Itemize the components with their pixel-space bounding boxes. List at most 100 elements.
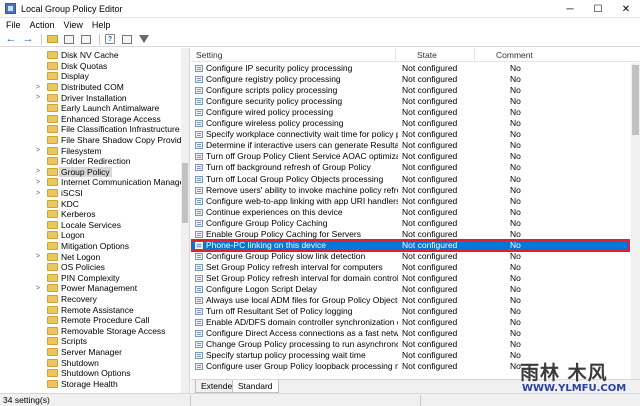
column-header-setting[interactable]: Setting xyxy=(196,50,222,60)
settings-scrollbar-thumb[interactable] xyxy=(632,65,639,135)
tree-item[interactable]: Kerberos xyxy=(0,209,182,220)
tree-expander-icon[interactable]: > xyxy=(36,84,42,91)
tree-item[interactable]: Shutdown Options xyxy=(0,368,182,379)
setting-state: Not configured xyxy=(402,217,458,228)
tree-item[interactable]: Shutdown xyxy=(0,357,182,368)
close-button[interactable]: ✕ xyxy=(612,0,640,18)
folder-icon xyxy=(47,369,58,378)
column-divider[interactable] xyxy=(474,48,475,62)
setting-row[interactable]: Set Group Policy refresh interval for do… xyxy=(191,273,629,284)
policy-setting-icon xyxy=(195,87,203,95)
tree-item[interactable]: > Power Management xyxy=(0,283,182,294)
tree-item[interactable]: Locale Services xyxy=(0,220,182,231)
tree-scrollbar-thumb[interactable] xyxy=(182,163,188,223)
setting-row[interactable]: Configure wired policy processing Not con… xyxy=(191,107,629,118)
setting-row[interactable]: Configure wireless policy processing Not … xyxy=(191,118,629,129)
tree-expander-icon[interactable]: > xyxy=(36,168,42,175)
tree-expander-icon[interactable]: > xyxy=(36,285,42,292)
back-button[interactable]: ← xyxy=(4,33,18,46)
setting-row[interactable]: Determine if interactive users can gener… xyxy=(191,140,629,151)
tree-item[interactable]: Folder Redirection xyxy=(0,156,182,167)
setting-row[interactable]: Change Group Policy processing to run as… xyxy=(191,339,629,350)
setting-row[interactable]: Configure Group Policy Caching Not config… xyxy=(191,218,629,229)
tree-expander-icon[interactable]: > xyxy=(36,179,42,186)
tree-item[interactable]: Remote Procedure Call xyxy=(0,315,182,326)
setting-row[interactable]: Continue experiences on this device Not c… xyxy=(191,207,629,218)
setting-row[interactable]: Always use local ADM files for Group Pol… xyxy=(191,295,629,306)
maximize-button[interactable]: ☐ xyxy=(584,0,612,18)
tree-item[interactable]: > Filesystem xyxy=(0,145,182,156)
setting-comment: No xyxy=(510,272,521,283)
setting-row[interactable]: Turn off Resultant Set of Policy logging… xyxy=(191,306,629,317)
tree-expander-icon[interactable]: > xyxy=(36,94,42,101)
tree-item[interactable]: Disk Quotas xyxy=(0,61,182,72)
tree-item[interactable]: Enhanced Storage Access xyxy=(0,114,182,125)
tab-standard[interactable]: Standard xyxy=(232,380,279,393)
tree-item[interactable]: Storage Health xyxy=(0,379,182,390)
setting-row[interactable]: Configure IP security policy processing N… xyxy=(191,63,629,74)
tree-item[interactable]: Scripts xyxy=(0,336,182,347)
tree-item[interactable]: > Net Logon xyxy=(0,251,182,262)
setting-row[interactable]: Turn off Local Group Policy Objects proc… xyxy=(191,174,629,185)
menu-action[interactable]: Action xyxy=(30,20,55,30)
tree-item[interactable]: > Group Policy xyxy=(0,166,182,178)
setting-row[interactable]: Configure scripts policy processing Not c… xyxy=(191,85,629,96)
tree-expander-icon[interactable]: > xyxy=(36,147,42,154)
forward-button[interactable]: → xyxy=(21,33,35,46)
menu-help[interactable]: Help xyxy=(92,20,111,30)
minimize-button[interactable]: ─ xyxy=(556,0,584,18)
tree-item[interactable]: > Internet Communication Management xyxy=(0,177,189,188)
folder-icon xyxy=(47,348,58,357)
tree-item[interactable]: > Distributed COM xyxy=(0,82,182,93)
menu-view[interactable]: View xyxy=(64,20,83,30)
tree-item[interactable]: Server Manager xyxy=(0,347,182,358)
properties-button[interactable] xyxy=(120,33,134,46)
tree-scrollbar[interactable] xyxy=(181,48,189,393)
export-list-button[interactable] xyxy=(79,33,93,46)
setting-row[interactable]: Specify workplace connectivity wait time… xyxy=(191,129,629,140)
filter-button[interactable] xyxy=(137,33,151,46)
setting-row[interactable]: Configure registry policy processing Not … xyxy=(191,74,629,85)
setting-row[interactable]: Configure Group Policy slow link detecti… xyxy=(191,251,629,262)
tree-item[interactable]: Disk NV Cache xyxy=(0,50,182,61)
tree-item[interactable]: File Classification Infrastructure xyxy=(0,124,182,135)
setting-row[interactable]: Phone-PC linking on this device Not confi… xyxy=(191,238,630,252)
setting-row[interactable]: Configure web-to-app linking with app UR… xyxy=(191,196,629,207)
setting-row[interactable]: Configure Direct Access connections as a… xyxy=(191,328,629,339)
tree-item[interactable]: File Share Shadow Copy Provider xyxy=(0,135,189,146)
setting-row[interactable]: Enable AD/DFS domain controller synchron… xyxy=(191,317,629,328)
policy-setting-icon xyxy=(195,164,203,172)
column-divider[interactable] xyxy=(395,48,396,62)
tree-item[interactable]: Recovery xyxy=(0,294,182,305)
tree-item[interactable]: OS Policies xyxy=(0,262,182,273)
tree-item[interactable]: Remote Assistance xyxy=(0,304,182,315)
setting-row[interactable]: Turn off Group Policy Client Service AOA… xyxy=(191,151,629,162)
settings-scrollbar[interactable] xyxy=(631,63,640,379)
setting-row[interactable]: Turn off background refresh of Group Pol… xyxy=(191,162,629,173)
column-header-comment[interactable]: Comment xyxy=(496,50,533,60)
tree-item[interactable]: Logon xyxy=(0,230,182,241)
setting-row[interactable]: Configure security policy processing Not … xyxy=(191,96,629,107)
tree-item[interactable]: KDC xyxy=(0,198,182,209)
setting-row[interactable]: Enable Group Policy Caching for Servers N… xyxy=(191,229,629,240)
tree-item[interactable]: Mitigation Options xyxy=(0,241,182,252)
tree-item[interactable]: Removable Storage Access xyxy=(0,326,182,337)
show-hide-tree-button[interactable] xyxy=(62,33,76,46)
setting-state: Not configured xyxy=(402,74,458,85)
tree-item[interactable]: PIN Complexity xyxy=(0,273,182,284)
tree-expander-icon[interactable]: > xyxy=(36,190,42,197)
tree-item[interactable]: > Driver Installation xyxy=(0,92,182,103)
tree-expander-icon[interactable]: > xyxy=(36,253,42,260)
menu-file[interactable]: File xyxy=(6,20,21,30)
setting-row[interactable]: Configure Logon Script Delay Not configur… xyxy=(191,284,629,295)
setting-name: Phone-PC linking on this device xyxy=(206,239,327,250)
column-header-state[interactable]: State xyxy=(417,50,437,60)
tree-item[interactable]: > iSCSI xyxy=(0,188,182,199)
tree-item[interactable]: Early Launch Antimalware xyxy=(0,103,182,114)
help-icon: ? xyxy=(105,34,115,44)
tree-item[interactable]: Display xyxy=(0,71,182,82)
setting-row[interactable]: Remove users' ability to invoke machine … xyxy=(191,185,629,196)
up-folder-button[interactable] xyxy=(45,33,59,46)
setting-row[interactable]: Set Group Policy refresh interval for co… xyxy=(191,262,629,273)
help-button[interactable]: ? xyxy=(103,33,117,46)
